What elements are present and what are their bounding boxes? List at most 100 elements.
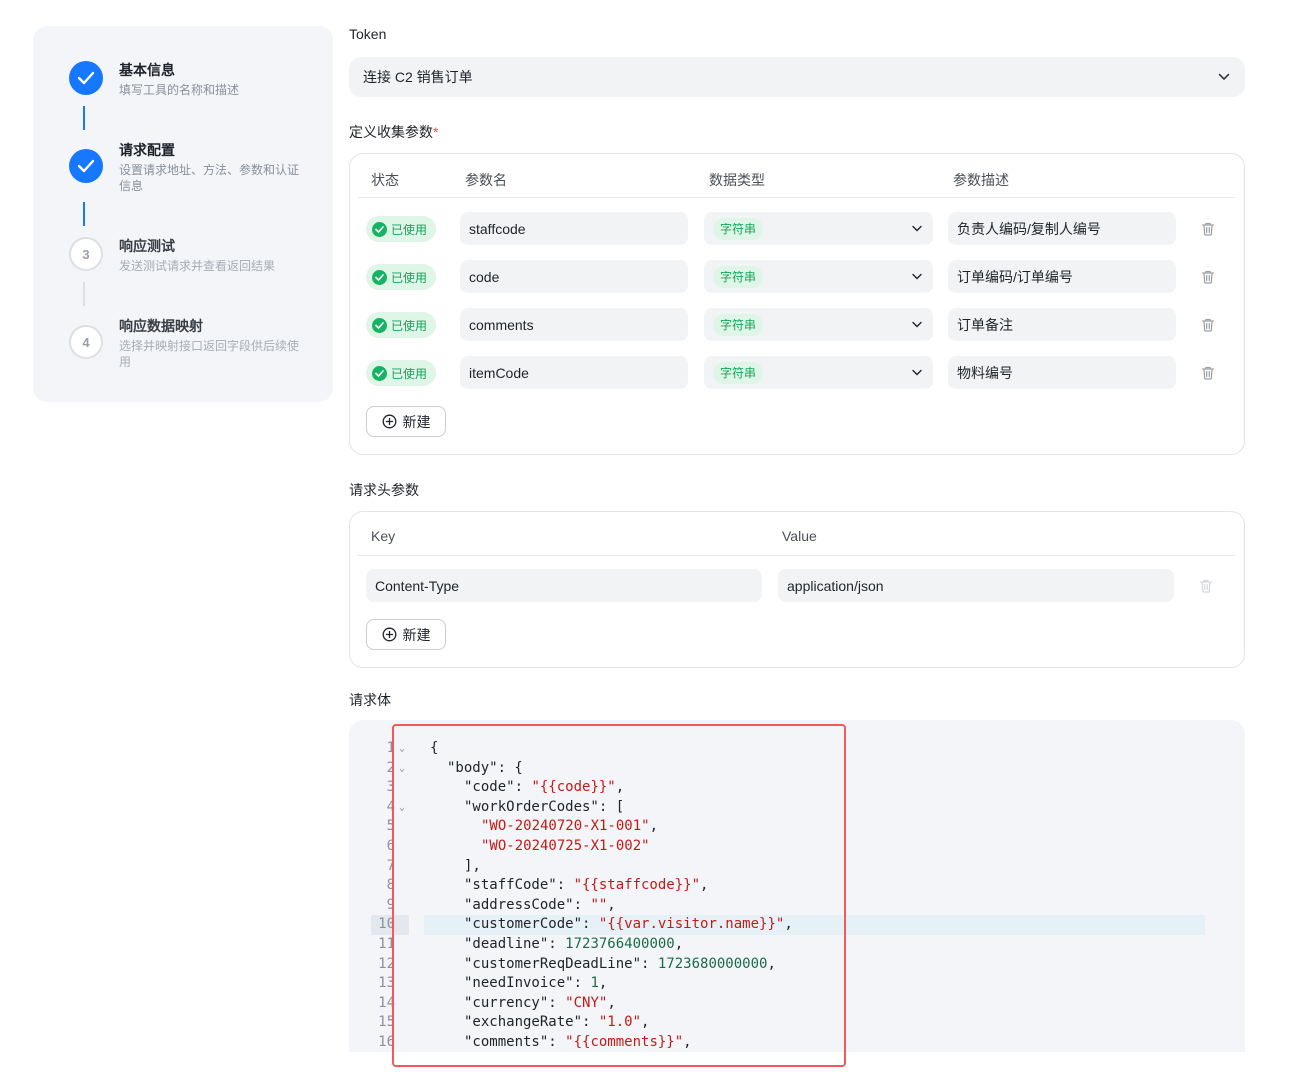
param-type-select[interactable]: 字符串 — [704, 260, 933, 293]
add-param-label: 新建 — [402, 413, 431, 430]
code-token-punc: : — [582, 916, 599, 933]
code-token-str: "{{code}}" — [531, 779, 616, 796]
token-select-value: 连接 C2 销售订单 — [363, 69, 473, 85]
code-line[interactable]: 1 ⌄ { — [349, 739, 1245, 759]
param-desc-input[interactable]: 订单编码/订单编号 — [948, 260, 1176, 293]
step-2-title[interactable]: 请求配置 — [119, 140, 175, 160]
param-name-input[interactable]: code — [460, 260, 688, 293]
code-line[interactable]: 4 ⌄ "workOrderCodes": [ — [349, 798, 1245, 818]
code-token-punc: , — [784, 916, 793, 933]
step-4-title[interactable]: 响应数据映射 — [119, 316, 203, 336]
code-text: "workOrderCodes": [ — [464, 798, 624, 818]
step-3-title[interactable]: 响应测试 — [119, 236, 175, 256]
code-text: "needInvoice": 1, — [464, 974, 607, 994]
code-token-punc: , — [649, 818, 659, 835]
col-name: 参数名 — [465, 172, 507, 188]
trash-icon[interactable] — [1198, 578, 1214, 594]
step-1-desc: 填写工具的名称和描述 — [119, 83, 240, 97]
code-line[interactable]: 13 "needInvoice": 1, — [349, 974, 1245, 994]
code-text: "addressCode": "", — [464, 896, 616, 916]
code-token-punc: , — [674, 936, 684, 952]
trash-icon[interactable] — [1200, 317, 1216, 333]
param-desc-input[interactable]: 订单备注 — [948, 308, 1176, 341]
code-token-punc: : — [556, 877, 574, 894]
step-2-desc: 设置请求地址、方法、参数和认证信息 — [119, 163, 300, 193]
param-row: 已使用 code 字符串 订单编码/订单编号 — [350, 260, 1244, 294]
param-row: 已使用 comments 字符串 订单备注 — [350, 308, 1244, 342]
fold-chevron-icon[interactable]: ⌄ — [399, 798, 405, 818]
code-token-str: "WO-20240720-X1-001" — [481, 818, 650, 835]
code-line[interactable]: 5 "WO-20240720-X1-001", — [349, 817, 1245, 837]
code-line[interactable]: 6 "WO-20240725-X1-002" — [349, 837, 1245, 857]
code-text: ], — [464, 857, 481, 877]
line-number: 16 — [378, 1034, 395, 1050]
add-param-button[interactable]: 新建 — [366, 406, 446, 437]
param-type-select[interactable]: 字符串 — [704, 212, 933, 245]
code-text: "deadline": 1723766400000, — [464, 935, 683, 955]
token-select[interactable]: 连接 C2 销售订单 — [349, 57, 1245, 97]
param-desc-input[interactable]: 负责人编码/复制人编号 — [948, 212, 1176, 245]
trash-icon[interactable] — [1200, 269, 1216, 285]
chevron-down-icon — [910, 318, 924, 332]
code-text: "code": "{{code}}", — [464, 778, 624, 798]
code-token-key: "body" — [447, 759, 498, 776]
code-line[interactable]: 15 "exchangeRate": "1.0", — [349, 1013, 1245, 1033]
param-name-input[interactable]: comments — [460, 308, 688, 341]
status-toggle[interactable]: 已使用 — [366, 312, 436, 338]
line-number: 6 — [386, 838, 395, 854]
code-line[interactable]: 12 "customerReqDeadLine": 1723680000000, — [349, 955, 1245, 975]
status-toggle[interactable]: 已使用 — [366, 264, 436, 290]
trash-icon[interactable] — [1200, 365, 1216, 381]
header-key-input[interactable]: Content-Type — [366, 569, 762, 602]
line-number: 3 — [386, 779, 395, 796]
type-tag: 字符串 — [713, 217, 764, 240]
param-row: 已使用 staffcode 字符串 负责人编码/复制人编号 — [350, 212, 1244, 246]
code-token-str: "" — [590, 896, 608, 913]
param-type-select[interactable]: 字符串 — [704, 356, 933, 389]
header-value-input[interactable]: application/json — [778, 569, 1174, 602]
add-header-button[interactable]: 新建 — [366, 619, 446, 650]
code-line[interactable]: 9 "addressCode": "", — [349, 896, 1245, 916]
trash-icon[interactable] — [1200, 221, 1216, 237]
status-text: 已使用 — [391, 222, 428, 237]
code-token-punc: : — [641, 955, 658, 972]
code-line[interactable]: 10 "customerCode": "{{var.visitor.name}}"… — [349, 915, 1245, 935]
status-toggle[interactable]: 已使用 — [366, 360, 436, 386]
status-toggle[interactable]: 已使用 — [366, 216, 436, 242]
param-row: 已使用 itemCode 字符串 物料编号 — [350, 356, 1244, 390]
required-mark: * — [433, 124, 439, 140]
fold-chevron-icon[interactable]: ⌄ — [399, 739, 405, 759]
code-text: "staffCode": "{{staffcode}}", — [464, 876, 708, 896]
code-token-punc: : — [548, 994, 566, 1011]
headers-label: 请求头参数 — [349, 482, 419, 498]
code-token-key: "comments" — [464, 1034, 549, 1050]
status-text: 已使用 — [391, 318, 428, 333]
step-1-title[interactable]: 基本信息 — [119, 60, 175, 80]
col-key: Key — [371, 528, 396, 544]
fold-chevron-icon[interactable]: ⌄ — [399, 759, 405, 779]
code-line[interactable]: 7], — [349, 857, 1245, 877]
code-line[interactable]: 3 "code": "{{code}}", — [349, 778, 1245, 798]
chevron-down-icon — [910, 222, 924, 236]
code-line[interactable]: 8 "staffCode": "{{staffcode}}", — [349, 876, 1245, 896]
code-text: "customerReqDeadLine": 1723680000000, — [464, 955, 776, 975]
param-name-input[interactable]: staffcode — [460, 212, 688, 245]
check-circle-icon — [372, 365, 387, 381]
code-text: "exchangeRate": "1.0", — [464, 1013, 649, 1033]
param-name-input[interactable]: itemCode — [460, 356, 688, 389]
code-line[interactable]: 11 "deadline": 1723766400000, — [349, 935, 1245, 955]
line-number: 13 — [378, 975, 395, 992]
code-token-punc: : — [514, 779, 532, 796]
param-desc-input[interactable]: 物料编号 — [948, 356, 1176, 389]
code-line[interactable]: 16 "comments": "{{comments}}", — [349, 1033, 1245, 1052]
code-editor[interactable]: 1 ⌄{2 ⌄ "body": {3 "code": "{{code}}", 4 ⌄ "wor… — [349, 720, 1245, 1052]
code-line[interactable]: 14 "currency": "CNY", — [349, 994, 1245, 1014]
line-number: 2 — [386, 759, 395, 776]
add-header-label: 新建 — [402, 626, 431, 643]
line-number: 7 — [386, 857, 395, 874]
param-type-select[interactable]: 字符串 — [704, 308, 933, 341]
params-label-text: 定义收集参数 — [349, 124, 433, 140]
code-line[interactable]: 2 ⌄ "body": { — [349, 759, 1245, 779]
type-tag: 字符串 — [713, 361, 764, 384]
col-type: 数据类型 — [709, 172, 765, 188]
